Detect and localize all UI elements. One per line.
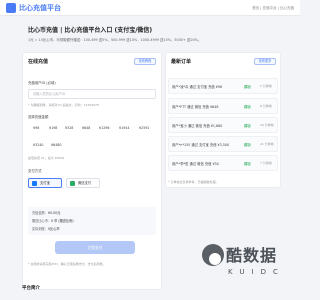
top-bar: 比心充值平台 首页 | 充值平台 | 比心充值 (0, 0, 300, 16)
page-title: 比心币充值 | 比心充值平台入口 (支付宝/微信) (28, 27, 153, 34)
order-time: 21 分钟前 (260, 142, 274, 146)
order-summary: 充值金额：¥0.00元 赠送比心币：0 币 (赠送比例) 实际到账：0比心币 (28, 207, 156, 235)
amount-option[interactable]: ¥2592 (139, 124, 155, 132)
order-desc: 用户*宝小 通过 微信 充值 ¥1,680 (172, 124, 223, 128)
order-time: 8 分钟前 (260, 104, 272, 108)
order-desc: 用户*凌*毒 通过 支付宝 充值 ¥98 (172, 85, 223, 89)
logo-icon (6, 3, 16, 13)
order-status: 成功 (244, 105, 251, 109)
account-hint: * 为确保到账，请核对 ID 后提交，示例：12345678 (28, 103, 99, 107)
recharge-footnote: * 充值前请核实用户ID，确认无误后再支付，支付后到账。 (28, 262, 106, 266)
order-status: 成功 (244, 143, 251, 147)
orders-note: * 订单信息仅供参考，已做脱敏处理。 (168, 180, 219, 184)
order-desc: 用户*李*哲 通过 微信 充值 ¥30 (172, 162, 219, 166)
alipay-icon (32, 181, 37, 186)
order-time: 5 分钟前 (260, 84, 272, 88)
recharge-panel (22, 52, 162, 290)
order-item: 用户*李*哲 通过 微信 充值 ¥30 成功 7 分钟前 (168, 155, 278, 171)
pay-now-button[interactable]: 立即支付 (55, 241, 135, 254)
order-desc: 用户*n*155 通过 支付宝 充值 ¥3,500 (172, 143, 230, 147)
order-status: 成功 (244, 124, 251, 128)
order-status: 成功 (244, 85, 251, 89)
summary-row: 充值金额：¥0.00元 (32, 211, 61, 215)
amount-option[interactable]: ¥1944 (119, 124, 135, 132)
summary-row: 实际到账：0比心币 (32, 227, 60, 231)
user-id-input[interactable] (28, 89, 156, 99)
amount-option[interactable]: ¥3240 (33, 141, 49, 149)
pay-option-wechat[interactable]: 微信支付 (66, 178, 100, 188)
orders-title: 最新订单 (171, 59, 192, 65)
pay-option-label: 支付宝 (40, 181, 50, 185)
breadcrumb[interactable]: 首页 | 充值平台 | 比心充值 (252, 5, 294, 11)
amount-option[interactable]: ¥328 (65, 124, 81, 132)
platform-intro-title: 平台简介 (22, 286, 40, 291)
recharge-title: 在线充值 (28, 59, 49, 65)
pay-option-alipay[interactable]: 支付宝 (28, 178, 62, 188)
amount-option[interactable]: ¥6480 (51, 141, 67, 149)
summary-row: 赠送比心币：0 币 (赠送比例) (32, 219, 74, 223)
watermark-subtext: KUIDC (228, 268, 285, 276)
order-item: 用户*宝小 通过 微信 充值 ¥1,680 成功 16 分钟前 (168, 117, 278, 133)
wechat-icon (70, 181, 75, 186)
site-logo[interactable]: 比心充值平台 (19, 3, 61, 13)
amount-label: 选择充值金额 (28, 115, 49, 119)
amount-hint: 最低充值 ¥1，最大 ¥5000 (28, 156, 65, 160)
pay-option-label: 微信支付 (78, 181, 92, 185)
order-item: 用户*n*155 通过 支付宝 充值 ¥3,500 成功 21 分钟前 (168, 136, 278, 152)
watermark-logo: 酷数据 KUIDC (200, 240, 288, 298)
order-time: 7 分钟前 (260, 161, 272, 165)
pay-label: 支付方式 (28, 169, 42, 173)
watermark-icon (202, 244, 224, 266)
amount-option[interactable]: ¥98 (33, 124, 49, 132)
amount-option[interactable]: ¥648 (82, 124, 98, 132)
amount-option[interactable]: ¥1296 (99, 124, 115, 132)
watermark-text: 酷数据 (226, 246, 278, 265)
amount-option[interactable]: ¥198 (49, 124, 65, 132)
account-label: 充值用户ID (必填) (28, 81, 56, 85)
tutorial-button[interactable]: 查看教程 (134, 58, 156, 65)
order-item: 用户*FTT 通过 微信 充值 ¥648 成功 8 分钟前 (168, 98, 278, 114)
order-item: 用户*凌*毒 通过 支付宝 充值 ¥98 成功 5 分钟前 (168, 78, 278, 94)
more-orders-button[interactable]: 查看更多 (254, 58, 276, 65)
order-desc: 用户*FTT 通过 微信 充值 ¥648 (172, 105, 219, 109)
order-status: 成功 (244, 162, 251, 166)
order-time: 16 分钟前 (260, 123, 274, 127)
page-subtitle: 1元 = 10比心币，可领取额外赠送：100-499 送5%，500-999 送… (28, 38, 202, 42)
